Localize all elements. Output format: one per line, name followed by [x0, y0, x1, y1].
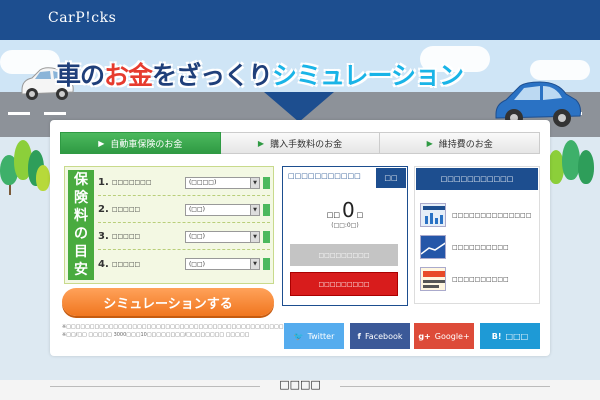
share-label: □□□ — [505, 331, 529, 341]
tab-label: 維持費のお金 — [438, 139, 493, 150]
row-label: □□□□□ — [111, 260, 141, 268]
road-line — [44, 112, 66, 115]
site-logo[interactable]: CarP!cks — [48, 10, 116, 26]
row-label: □□□□□ — [111, 206, 141, 213]
simulate-button[interactable]: シミュレーションする — [62, 288, 274, 316]
result-subtext: (□□:0□) — [331, 222, 359, 229]
chevron-down-icon: ▼ — [250, 204, 260, 215]
form-vertical-label: 保 険 料 の 目 安 — [68, 170, 94, 280]
article-thumbnail — [420, 203, 446, 227]
disabled-action-button[interactable]: □□□□□□□□□ — [290, 244, 398, 266]
select-value: (□□) — [188, 233, 205, 240]
vertical-char: 安 — [74, 262, 88, 278]
tree — [36, 165, 50, 191]
row-number: 3. — [98, 231, 109, 242]
related-article-item[interactable]: □□□□□□□□□□□□□□ — [420, 200, 536, 230]
tab-insurance[interactable]: ▶ 自動車保険のお金 — [60, 132, 221, 154]
result-prefix: □□ — [326, 211, 340, 219]
chevron-down-icon: ▼ — [250, 177, 260, 188]
booklet-thumbnail-icon — [421, 268, 445, 290]
tab-purchase-fees[interactable]: ▶ 購入手数料のお金 — [220, 132, 381, 154]
row-label: □□□□□□□ — [111, 179, 152, 186]
tab-label: 自動車保険のお金 — [110, 139, 183, 150]
related-articles-heading: □□□□□□□□□□□ — [416, 168, 538, 190]
row-indicator — [263, 230, 270, 243]
article-title: □□□□□□□□□□□□□□ — [452, 211, 532, 219]
vertical-char: 保 — [74, 172, 88, 188]
article-thumbnail — [420, 267, 446, 291]
row-number: 4. — [98, 258, 109, 270]
select-dropdown[interactable]: (□□) ▼ — [184, 258, 261, 270]
row-indicator — [263, 203, 270, 216]
select-value: (□□) — [188, 206, 205, 213]
facebook-icon: f — [357, 331, 361, 341]
select-dropdown[interactable]: (□□) ▼ — [184, 230, 261, 243]
result-number: 0 — [341, 198, 355, 222]
twitter-share-button[interactable]: 🐦 Twitter — [284, 323, 344, 349]
form-row: 1. □□□□□□□ (□□□□) ▼ — [98, 170, 270, 196]
form-row: 4. □□□□□ (□□) ▼ — [98, 251, 270, 277]
chevron-down-icon: ▼ — [250, 259, 260, 269]
row-indicator — [263, 176, 270, 189]
result-title: □□□□□□□□□□□ — [288, 172, 361, 180]
related-article-item[interactable]: □□□□□□□□□□ — [420, 232, 536, 262]
play-icon: ▶ — [426, 138, 433, 148]
select-value: (□□) — [188, 260, 205, 268]
arrow-down-icon — [264, 92, 334, 122]
tab-bar: ▶ 自動車保険のお金 ▶ 購入手数料のお金 ▶ 維持費のお金 — [60, 132, 541, 154]
facebook-share-button[interactable]: f Facebook — [350, 323, 410, 349]
form-row: 3. □□□□□ (□□) ▼ — [98, 224, 270, 250]
play-icon: ▶ — [257, 138, 265, 148]
vertical-char: 目 — [74, 244, 88, 260]
headline-part: お金 — [104, 61, 153, 90]
divider — [50, 386, 260, 387]
section-title: □□□□ — [279, 378, 321, 391]
row-number: 1. — [98, 177, 109, 188]
tab-label: 購入手数料のお金 — [270, 139, 343, 150]
share-label: Google+ — [434, 331, 470, 341]
google-plus-icon: g+ — [418, 331, 431, 341]
result-value: □□ 0 □ — [290, 198, 400, 222]
tree — [562, 140, 580, 180]
hatena-icon: B! — [491, 331, 502, 341]
vertical-char: 険 — [74, 190, 88, 206]
row-number: 2. — [98, 204, 109, 215]
cloud — [530, 60, 590, 80]
chart-thumbnail-icon — [423, 206, 445, 224]
road-line — [8, 112, 30, 115]
vertical-char: の — [74, 226, 88, 242]
vertical-char: 料 — [74, 208, 88, 224]
headline-part: シミュレーション — [272, 61, 464, 90]
tab-maintenance[interactable]: ▶ 維持費のお金 — [380, 132, 541, 154]
result-badge: □□ — [376, 168, 406, 188]
google-plus-share-button[interactable]: g+ Google+ — [414, 323, 474, 349]
form-note: ※□□□□□□□□□□□□□□□□□□□□□□□□□□□□□□□□□□□□□□□… — [62, 324, 341, 338]
headline-part: 車の — [56, 61, 105, 90]
article-title: □□□□□□□□□□ — [452, 243, 509, 251]
bird-icon: 🐦 — [293, 331, 304, 341]
share-label: Facebook — [364, 331, 403, 341]
form-row: 2. □□□□□ (□□) ▼ — [98, 197, 270, 223]
divider — [340, 386, 550, 387]
related-article-item[interactable]: □□□□□□□□□□ — [420, 264, 536, 294]
play-circle-icon: ▶ — [98, 138, 105, 148]
select-value: (□□□□) — [188, 179, 217, 186]
article-thumbnail — [420, 235, 446, 259]
chevron-down-icon: ▼ — [250, 231, 260, 242]
row-label: □□□□□ — [111, 233, 141, 240]
hatena-share-button[interactable]: B! □□□ — [480, 323, 540, 349]
row-indicator — [263, 258, 270, 270]
article-title: □□□□□□□□□□ — [452, 275, 509, 283]
select-dropdown[interactable]: (□□) ▼ — [184, 203, 261, 216]
headline-part: をざっくり — [152, 61, 273, 90]
tree — [578, 150, 594, 184]
share-label: Twitter — [307, 331, 335, 341]
quote-button[interactable]: □□□□□□□□□ — [290, 272, 398, 296]
result-suffix: □ — [356, 211, 364, 219]
blue-graph-thumbnail-icon — [421, 236, 445, 258]
hero-headline: 車のお金をざっくりシミュレーション — [56, 56, 464, 92]
select-dropdown[interactable]: (□□□□) ▼ — [184, 176, 261, 189]
